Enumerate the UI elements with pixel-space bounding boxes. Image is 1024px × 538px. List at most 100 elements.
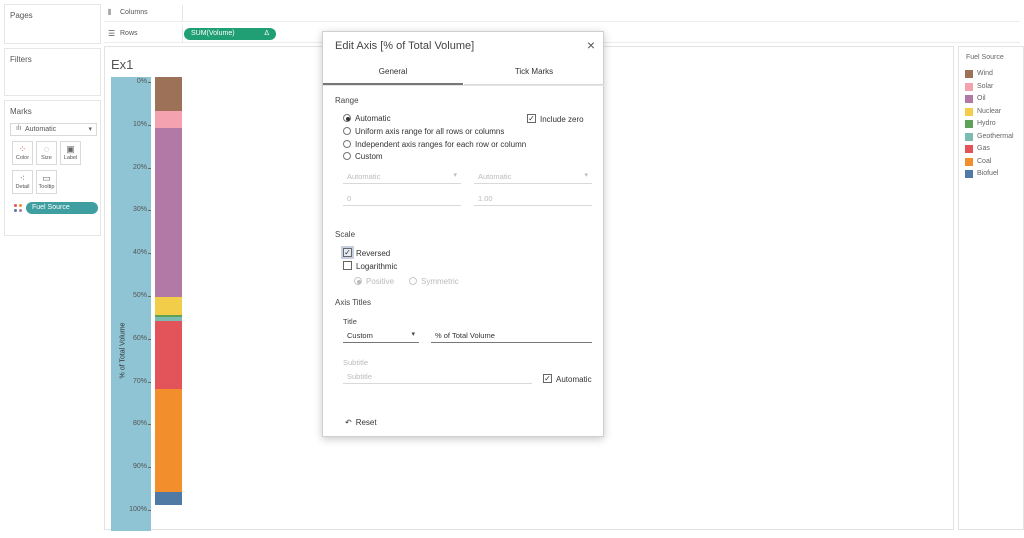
label-button[interactable]: ▣ Label xyxy=(60,141,81,165)
legend-swatch xyxy=(965,70,973,78)
legend-label: Solar xyxy=(977,82,994,90)
radio-automatic[interactable] xyxy=(343,114,351,122)
color-button[interactable]: ⁘ Color xyxy=(12,141,33,165)
size-button[interactable]: ◌ Size xyxy=(36,141,57,165)
left-pane: Pages Filters Marks ılı Automatic ▾ ⁘ Co… xyxy=(0,0,102,538)
subtitle-automatic-checkbox[interactable]: ✓ xyxy=(543,374,552,383)
tab-general[interactable]: General xyxy=(323,65,463,85)
axis-tick-label: 50% xyxy=(132,292,147,299)
sum-volume-pill-label: SUM(Volume) xyxy=(191,30,235,37)
reversed-label: Reversed xyxy=(356,249,391,258)
subtitle-automatic-label: Automatic xyxy=(556,375,592,384)
stacked-bar[interactable] xyxy=(155,77,182,505)
legend-title: Fuel Source xyxy=(966,54,1004,61)
legend-label: Gas xyxy=(977,145,990,152)
mark-type-label: Automatic xyxy=(25,126,57,133)
legend-swatch xyxy=(965,132,973,141)
fuel-source-color-pill[interactable]: Fuel Source xyxy=(14,202,98,214)
undo-icon: ↶ xyxy=(345,418,352,427)
radio-custom[interactable] xyxy=(343,152,351,160)
shelf-divider xyxy=(182,26,183,42)
bar-segment-nuclear[interactable] xyxy=(155,297,182,315)
legend-label: Geothermal xyxy=(977,132,1014,140)
bar-segment-coal[interactable] xyxy=(155,389,182,493)
reset-button[interactable]: ↶ Reset xyxy=(345,418,377,427)
radio-independent-label: Independent axis ranges for each row or … xyxy=(355,140,527,149)
radio-automatic-label: Automatic xyxy=(355,114,391,123)
shelf-divider xyxy=(182,5,183,21)
detail-icon: ⁖ xyxy=(19,173,26,183)
legend-swatch xyxy=(965,170,973,178)
tab-tick-marks[interactable]: Tick Marks xyxy=(464,65,604,85)
delta-icon: Δ xyxy=(264,30,269,37)
y-axis[interactable]: % of Total Volume 0% 10% 20% 30% 40% 50% 60% 70… xyxy=(111,77,151,531)
radio-custom-label: Custom xyxy=(355,152,383,161)
legend-label: Wind xyxy=(977,70,993,77)
columns-icon: ⦀ xyxy=(108,8,112,17)
detail-button[interactable]: ⁖ Detail xyxy=(12,170,33,194)
rows-label: Rows xyxy=(120,30,138,37)
bar-segment-solar[interactable] xyxy=(155,111,182,129)
range-end-value: 1.00 xyxy=(478,194,493,203)
subtitle-input[interactable]: Subtitle xyxy=(343,370,532,384)
chevron-down-icon: ▾ xyxy=(411,331,415,338)
axis-tick-mark xyxy=(148,338,151,340)
reversed-checkbox[interactable]: ✓ xyxy=(343,248,352,257)
viz-title: Ex1 xyxy=(111,57,134,72)
tooltip-button[interactable]: ▭ Tooltip xyxy=(36,170,57,194)
radio-symmetric[interactable] xyxy=(409,277,417,285)
range-end-mode-select[interactable]: Automatic ▾ xyxy=(474,170,592,184)
include-zero-checkbox[interactable]: ✓ xyxy=(527,114,536,123)
radio-independent[interactable] xyxy=(343,140,351,148)
label-button-label: Label xyxy=(63,155,78,161)
range-start-value: 0 xyxy=(347,194,352,203)
bar-segment-wind[interactable] xyxy=(155,77,182,112)
pages-card[interactable]: Pages xyxy=(4,4,101,44)
filters-card[interactable]: Filters xyxy=(4,48,101,96)
subtitle-placeholder: Subtitle xyxy=(347,372,373,381)
axis-tick-label: 80% xyxy=(132,420,147,428)
axis-tick-mark xyxy=(148,82,151,83)
legend-label: Biofuel xyxy=(977,170,999,177)
axis-tick-label: 60% xyxy=(132,334,147,342)
axis-tick-mark xyxy=(148,467,151,469)
axis-tick-label: 100% xyxy=(129,506,147,513)
axis-tick-label: 90% xyxy=(132,463,147,471)
axis-tick-mark xyxy=(148,253,151,255)
title-mode-value: Custom xyxy=(347,331,373,340)
legend-swatch xyxy=(965,95,973,103)
bar-segment-oil[interactable] xyxy=(155,128,182,298)
axis-tick-mark xyxy=(148,424,151,426)
sum-volume-pill[interactable]: SUM(Volume) Δ xyxy=(184,28,276,40)
label-icon: ▣ xyxy=(66,144,75,154)
marks-title: Marks xyxy=(10,107,32,116)
logarithmic-checkbox[interactable] xyxy=(343,261,352,270)
title-mode-select[interactable]: Custom ▾ xyxy=(343,329,419,343)
range-start-input[interactable]: 0 xyxy=(343,192,461,206)
range-end-input[interactable]: 1.00 xyxy=(474,192,592,206)
color-legend: Fuel Source Wind Solar Oil Nuclear Hydro Geot… xyxy=(958,46,1024,530)
radio-positive[interactable] xyxy=(354,277,362,285)
title-text-input[interactable]: % of Total Volume xyxy=(431,329,592,343)
chevron-down-icon: ▾ xyxy=(88,126,92,133)
axis-title: % of Total Volume xyxy=(119,322,127,379)
bar-segment-biofuel[interactable] xyxy=(155,492,182,505)
chevron-down-icon: ▾ xyxy=(584,172,588,179)
axis-tick-label: 20% xyxy=(132,163,147,171)
axis-tick-label: 30% xyxy=(132,206,147,214)
bar-segment-gas[interactable] xyxy=(155,320,182,390)
mark-type-dropdown[interactable]: ılı Automatic ▾ xyxy=(10,123,97,136)
logarithmic-label: Logarithmic xyxy=(356,262,398,271)
color-button-label: Color xyxy=(15,155,30,161)
axis-titles-section-title: Axis Titles xyxy=(335,298,372,307)
columns-shelf[interactable]: ⦀ Columns xyxy=(104,5,1020,22)
legend-label: Coal xyxy=(977,157,992,165)
fuel-source-pill-label: Fuel Source xyxy=(26,202,98,214)
radio-uniform[interactable] xyxy=(343,127,351,135)
close-icon[interactable]: × xyxy=(587,37,595,53)
range-start-mode-select[interactable]: Automatic ▾ xyxy=(343,170,461,184)
pages-title: Pages xyxy=(10,11,33,20)
axis-tick-label: 10% xyxy=(132,120,147,128)
axis-tick-label: 70% xyxy=(132,377,147,385)
axis-tick-label: 40% xyxy=(132,249,147,257)
